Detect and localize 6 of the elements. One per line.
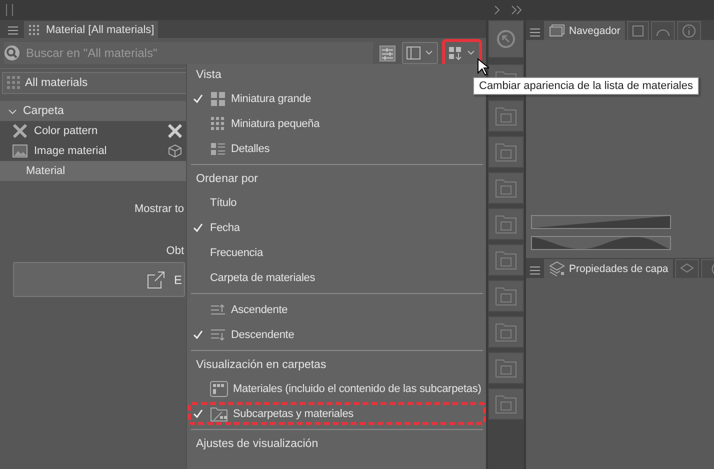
- info-text: Obt: [166, 245, 184, 257]
- info-text: Mostrar to: [134, 203, 184, 215]
- menu-heading: Ordenar por: [195, 172, 260, 187]
- menu-heading: Visualización en carpetas: [195, 358, 328, 373]
- menu-heading: Ajustes de visualización: [195, 437, 320, 452]
- tooltip: Cambiar apariencia de la lista de materiales: [473, 77, 699, 95]
